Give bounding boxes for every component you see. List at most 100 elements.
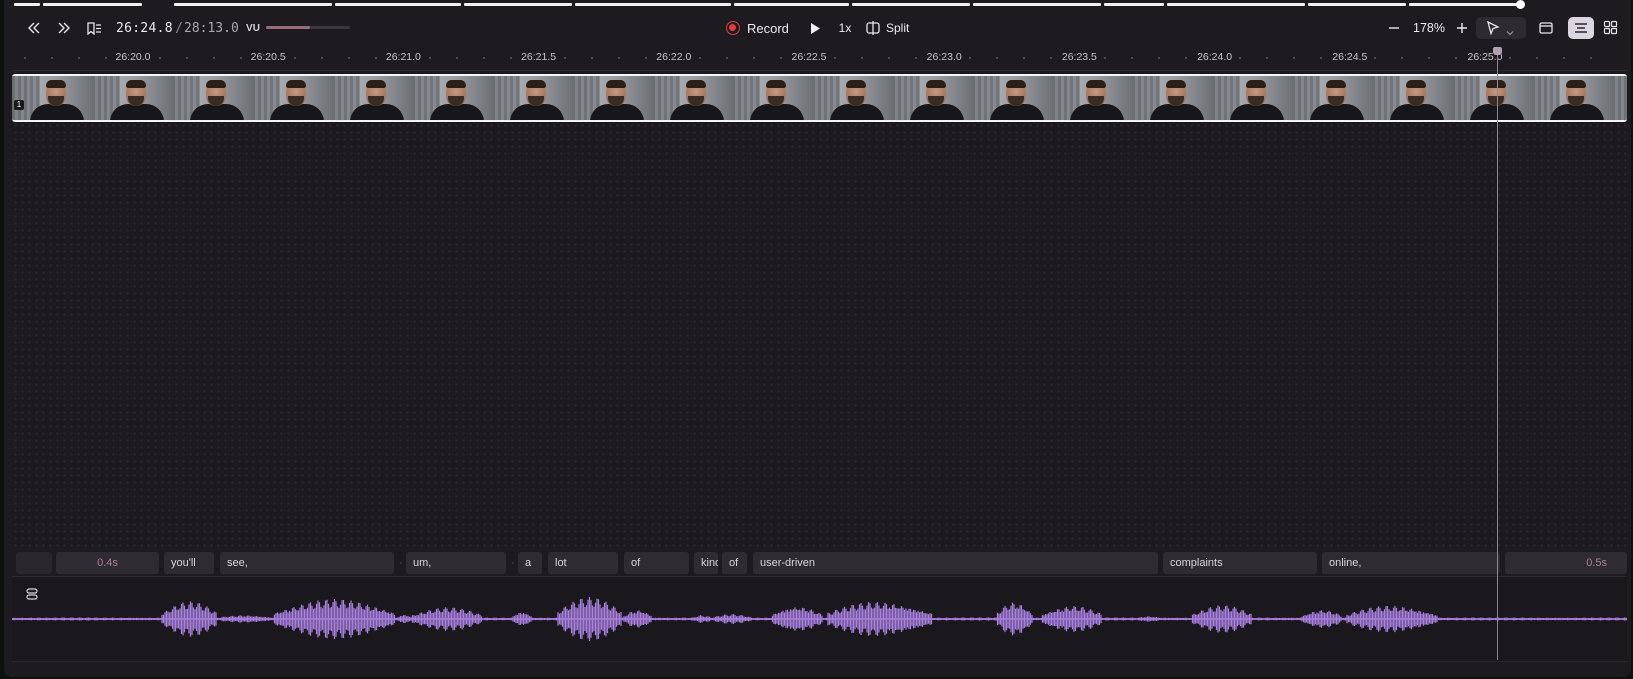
ruler-tick-mark xyxy=(24,57,26,59)
ruler-tick-mark xyxy=(834,57,836,59)
ruler-tick-mark xyxy=(348,57,350,59)
ruler-tick-mark xyxy=(537,57,539,59)
record-button[interactable]: Record xyxy=(726,14,796,42)
transcript-separator xyxy=(400,562,402,564)
transcript-gap[interactable]: 0.4s xyxy=(56,552,159,574)
video-thumbnail xyxy=(732,76,812,120)
chapter-segment[interactable] xyxy=(734,3,849,6)
video-thumbnail xyxy=(652,76,732,120)
ruler-tick-mark xyxy=(105,57,107,59)
video-thumbnail xyxy=(172,76,252,120)
transcript-word[interactable]: kind xyxy=(694,552,718,574)
list-view-button[interactable] xyxy=(1568,17,1594,39)
vu-meter-fill xyxy=(266,26,310,29)
video-thumbnail xyxy=(492,76,572,120)
chapter-segment[interactable] xyxy=(174,3,332,6)
ruler-tick-mark xyxy=(1104,57,1106,59)
timeline-empty-area[interactable] xyxy=(12,122,1627,548)
split-button[interactable]: Split xyxy=(866,14,920,42)
video-thumbnail xyxy=(1452,76,1532,120)
ruler-tick-mark xyxy=(78,57,80,59)
chapter-segment[interactable] xyxy=(1308,3,1406,6)
ruler-tick-mark xyxy=(645,57,647,59)
transcript-word[interactable]: see, xyxy=(220,552,394,574)
playhead-line[interactable] xyxy=(1497,50,1498,660)
video-track[interactable] xyxy=(12,74,1627,122)
transcript-word[interactable]: of xyxy=(624,552,689,574)
ruler-tick-mark xyxy=(321,57,323,59)
transcript-word[interactable]: complaints xyxy=(1163,552,1317,574)
transcript-gap[interactable]: 0.5s xyxy=(1505,552,1627,574)
ruler-tick-mark xyxy=(375,57,377,59)
ruler-tick-mark xyxy=(1293,57,1295,59)
vu-meter xyxy=(266,26,350,29)
ruler-tick-label: 26:22.5 xyxy=(791,51,827,63)
transcript-word[interactable]: online, xyxy=(1322,552,1500,574)
chapter-bar[interactable] xyxy=(14,0,1524,10)
audio-track[interactable] xyxy=(12,576,1627,662)
select-tool-button[interactable] xyxy=(1476,17,1526,39)
chapter-segment[interactable] xyxy=(973,3,1101,6)
transcript-word[interactable]: um, xyxy=(406,552,506,574)
ruler-tick-mark xyxy=(456,57,458,59)
ruler-tick-mark xyxy=(780,57,782,59)
bookmark-list-icon[interactable] xyxy=(82,14,106,42)
speed-button[interactable]: 1x xyxy=(834,14,856,42)
ruler-divider xyxy=(12,70,1627,71)
video-thumbnail xyxy=(12,76,92,120)
video-thumbnail xyxy=(332,76,412,120)
ruler-tick-mark xyxy=(510,57,512,59)
ruler-tick-label: 26:23.0 xyxy=(926,51,962,63)
ruler-tick-mark xyxy=(267,57,269,59)
minus-icon[interactable] xyxy=(1384,14,1404,42)
ruler-tick-mark xyxy=(159,57,161,59)
chapter-scrub-handle[interactable] xyxy=(1516,0,1525,9)
playhead-handle[interactable] xyxy=(1493,47,1502,55)
transcript-word[interactable]: user-driven xyxy=(753,552,1158,574)
chapter-segment[interactable] xyxy=(335,3,461,6)
transcript-word[interactable]: of xyxy=(722,552,747,574)
ruler-tick-mark xyxy=(861,57,863,59)
transcript-word[interactable]: lot xyxy=(548,552,618,574)
chapter-segment[interactable] xyxy=(1409,3,1524,6)
chapter-segment[interactable] xyxy=(575,3,731,6)
video-thumbnail xyxy=(892,76,972,120)
chevrons-right-icon[interactable] xyxy=(52,14,76,42)
video-thumbnail xyxy=(1372,76,1452,120)
chapter-segment[interactable] xyxy=(1167,3,1305,6)
transcript-word[interactable]: you'll xyxy=(164,552,214,574)
chevrons-left-icon[interactable] xyxy=(22,14,46,42)
plus-icon[interactable] xyxy=(1452,14,1472,42)
split-label: Split xyxy=(886,21,910,35)
video-thumbnail xyxy=(572,76,652,120)
grid-view-icon[interactable] xyxy=(1603,20,1618,40)
ruler-tick-mark xyxy=(942,57,944,59)
video-thumbnail xyxy=(1532,76,1612,120)
single-view-icon[interactable] xyxy=(1538,20,1554,41)
transcript-word[interactable] xyxy=(16,552,52,574)
ruler-tick-mark xyxy=(1347,57,1349,59)
editor-window: 26:24.8 / 28:13.0 VU Record 1x Split 178… xyxy=(4,0,1631,677)
ruler-tick-mark xyxy=(888,57,890,59)
current-time: 26:24.8 xyxy=(116,20,173,36)
ruler-tick-mark xyxy=(429,57,431,59)
time-separator: / xyxy=(175,20,183,36)
speed-label: 1x xyxy=(838,21,852,35)
ruler-tick-mark xyxy=(672,57,674,59)
chapter-segment[interactable] xyxy=(14,3,40,6)
video-thumbnail xyxy=(1132,76,1212,120)
chapter-segment[interactable] xyxy=(1104,3,1164,6)
video-thumbnail xyxy=(1052,76,1132,120)
transcript-word[interactable]: a xyxy=(518,552,542,574)
ruler-tick-mark xyxy=(564,57,566,59)
video-thumbnail xyxy=(412,76,492,120)
chapter-segment[interactable] xyxy=(464,3,572,6)
chapter-segment[interactable] xyxy=(43,3,142,6)
video-thumbnail xyxy=(1292,76,1372,120)
waveform-path xyxy=(12,597,1627,641)
ruler-tick-mark xyxy=(1374,57,1376,59)
chapter-segment[interactable] xyxy=(852,3,970,6)
timeline-ruler[interactable]: 26:20.026:20.526:21.026:21.526:22.026:22… xyxy=(4,46,1631,70)
play-icon[interactable] xyxy=(804,14,826,42)
transport-toolbar: 26:24.8 / 28:13.0 VU Record 1x Split 178… xyxy=(4,14,1631,42)
